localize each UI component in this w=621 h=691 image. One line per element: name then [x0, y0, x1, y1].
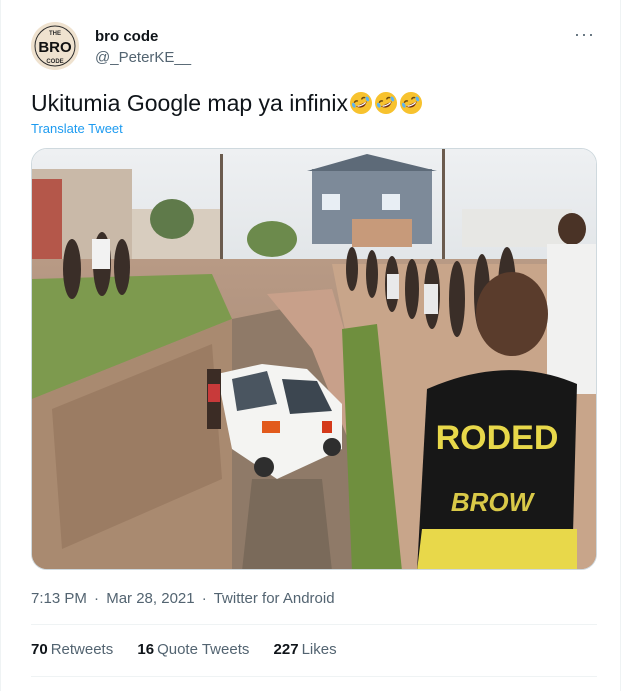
shirt-top-text: RODED — [436, 419, 559, 457]
avatar-bottom-text: CODE — [46, 59, 63, 65]
shirt-bottom-text: BROW — [451, 487, 536, 517]
quote-tweets-count: 16 — [137, 641, 155, 658]
quote-tweets-label: Quote Tweets — [157, 641, 250, 658]
tweet-header: THE BRO CODE bro code @_PeterKE__ ··· — [31, 22, 601, 72]
avatar-main-text: BRO — [38, 39, 72, 56]
photo-car-in-drain: RODED BROW — [32, 149, 596, 569]
quote-tweets-stat[interactable]: 16 Quote Tweets — [137, 641, 249, 658]
tweet-meta: 7:13 PM · Mar 28, 2021 · Twitter for And… — [31, 590, 335, 607]
likes-stat[interactable]: 227 Likes — [274, 641, 337, 658]
tweet-source[interactable]: Twitter for Android — [214, 590, 335, 607]
engagement-stats: 70 Retweets 16 Quote Tweets 227 Likes — [31, 641, 357, 658]
retweets-count: 70 — [31, 641, 48, 658]
display-name[interactable]: bro code — [95, 28, 158, 45]
retweets-label: Retweets — [50, 641, 114, 658]
divider — [31, 676, 597, 677]
rolling-on-the-floor-laughing-icon — [400, 92, 423, 114]
avatar-top-text: THE — [49, 31, 61, 37]
emoji-group — [348, 90, 423, 116]
retweets-stat[interactable]: 70 Retweets — [31, 641, 113, 658]
avatar[interactable]: THE BRO CODE — [31, 22, 79, 70]
rolling-on-the-floor-laughing-icon — [350, 92, 373, 114]
user-handle[interactable]: @_PeterKE__ — [95, 49, 191, 66]
tweet-photo[interactable]: RODED BROW — [31, 148, 597, 570]
tweet-date[interactable]: Mar 28, 2021 — [106, 590, 194, 607]
tweet-text-content: Ukitumia Google map ya infinix — [31, 90, 349, 116]
likes-label: Likes — [301, 641, 337, 658]
likes-count: 227 — [273, 641, 299, 658]
tweet-text: Ukitumia Google map ya infinix — [31, 88, 423, 118]
meta-separator: · — [201, 590, 207, 607]
divider — [31, 624, 597, 625]
more-options-icon[interactable]: ··· — [574, 24, 595, 45]
bro-code-logo-icon: THE BRO CODE — [31, 22, 79, 70]
tweet-time[interactable]: 7:13 PM — [31, 590, 87, 607]
tweet-card: THE BRO CODE bro code @_PeterKE__ ··· Uk… — [0, 0, 621, 691]
rolling-on-the-floor-laughing-icon — [375, 92, 398, 114]
meta-separator: · — [94, 590, 100, 607]
translate-tweet-link[interactable]: Translate Tweet — [31, 121, 123, 136]
